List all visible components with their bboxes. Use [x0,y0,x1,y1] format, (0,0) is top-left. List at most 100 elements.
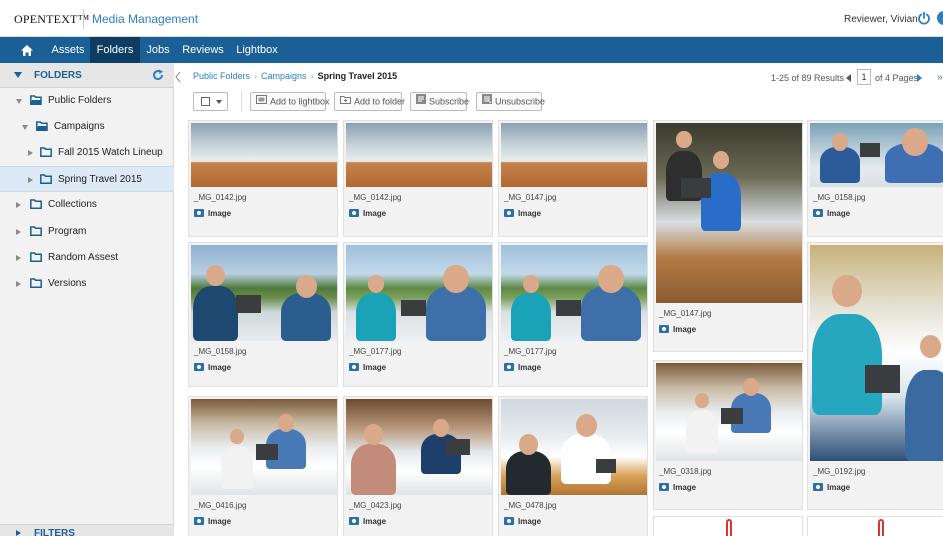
user-name[interactable]: Reviewer, Vivian [844,14,918,25]
asset-card[interactable]: _MG_0177.jpg Image [498,242,648,387]
asset-filename[interactable]: _MG_0158.jpg [194,347,246,356]
tree-item[interactable]: Fall 2015 Watch Lineup [0,140,174,166]
photo-person [820,147,860,183]
collapsed-caret-icon[interactable] [28,150,33,157]
asset-thumbnail[interactable] [810,123,943,187]
collapsed-caret-icon[interactable] [16,254,21,261]
asset-thumbnail[interactable] [501,245,647,341]
tree-item[interactable]: Collections [0,192,174,218]
select-all-dropdown[interactable] [193,92,228,111]
asset-thumbnail[interactable] [191,399,337,495]
photo-image [346,245,492,341]
asset-card[interactable]: _MG_0318.jpg Image [653,360,803,510]
product-name[interactable]: Media Management [92,12,198,26]
breadcrumb-separator: › [310,71,314,81]
asset-type-label: Image [673,325,697,334]
power-icon[interactable] [917,11,931,25]
asset-card[interactable] [653,516,803,536]
filters-bar[interactable]: FILTERS [0,524,174,536]
asset-thumbnail[interactable] [346,245,492,341]
photo-person-head [295,275,317,299]
asset-card[interactable]: _MG_0478.jpg Image [498,396,648,536]
asset-filename[interactable]: _MG_0192.jpg [813,467,865,476]
collapse-sidebar-icon[interactable] [174,70,182,84]
prev-page-icon[interactable] [846,74,851,82]
expanded-caret-icon[interactable] [16,99,22,104]
next-page-icon[interactable] [917,74,922,82]
asset-card[interactable]: _MG_0192.jpg Image [807,242,943,510]
breadcrumb-public-folders[interactable]: Public Folders [193,71,250,81]
asset-filename[interactable]: _MG_0177.jpg [349,347,401,356]
asset-filename[interactable]: _MG_0423.jpg [349,501,401,510]
breadcrumb-campaigns[interactable]: Campaigns [261,71,307,81]
asset-card[interactable] [807,516,943,536]
asset-type: Image [349,209,386,218]
asset-filename[interactable]: _MG_0318.jpg [659,467,711,476]
nav-lightbox[interactable]: Lightbox [230,37,284,63]
camera-icon [349,209,359,217]
asset-filename[interactable]: _MG_0478.jpg [504,501,556,510]
asset-card[interactable]: _MG_0142.jpg Image [188,120,338,237]
collapsed-caret-icon[interactable] [16,280,21,287]
asset-thumbnail[interactable] [656,123,802,303]
tree-item[interactable]: Spring Travel 2015 [0,166,174,193]
asset-thumbnail[interactable] [346,399,492,495]
asset-type-label: Image [827,483,851,492]
photo-person [351,443,396,495]
nav-jobs[interactable]: Jobs [140,37,176,63]
asset-filename[interactable]: _MG_0142.jpg [349,193,401,202]
asset-thumbnail[interactable] [501,399,647,495]
asset-filename[interactable]: _MG_0142.jpg [194,193,246,202]
subscribe-button[interactable]: Subscribe [410,92,469,111]
asset-thumbnail[interactable] [810,245,943,461]
nav-reviews[interactable]: Reviews [180,37,226,63]
tree-item[interactable]: Public Folders [0,88,174,114]
collapsed-caret-icon[interactable] [28,177,33,184]
asset-filename[interactable]: _MG_0147.jpg [659,309,711,318]
asset-thumbnail[interactable] [191,245,337,341]
collapse-caret-icon[interactable] [14,72,22,78]
asset-card[interactable]: _MG_0158.jpg Image [188,242,338,387]
asset-type: Image [813,483,850,492]
refresh-icon[interactable] [152,69,164,81]
asset-thumbnail[interactable] [346,123,492,187]
nav-assets[interactable]: Assets [46,37,90,63]
expand-caret-icon[interactable] [16,530,21,536]
asset-card[interactable]: _MG_0423.jpg Image [343,396,493,536]
tree-item[interactable]: Versions [0,271,174,297]
asset-filename[interactable]: _MG_0147.jpg [504,193,556,202]
asset-card[interactable]: _MG_0147.jpg Image [498,120,648,237]
tree-item[interactable]: Program [0,219,174,245]
collapsed-caret-icon[interactable] [16,228,21,235]
asset-thumbnail[interactable] [656,363,802,461]
asset-filename[interactable]: _MG_0177.jpg [504,347,556,356]
asset-filename[interactable]: _MG_0158.jpg [813,193,865,202]
asset-type-label: Image [363,209,387,218]
home-icon[interactable] [16,41,38,59]
add-to-folder-button[interactable]: Add to folder [334,92,405,111]
unsubscribe-button[interactable]: Unsubscribe [476,92,545,111]
last-page-icon[interactable]: » [937,72,943,83]
asset-type-label: Image [363,363,387,372]
photo-person-head [443,265,469,293]
asset-thumbnail[interactable] [501,123,647,187]
asset-card[interactable]: _MG_0142.jpg Image [343,120,493,237]
page-input[interactable]: 1 [857,69,871,85]
add-to-lightbox-button[interactable]: Add to lightbox [250,92,330,111]
tree-item[interactable]: Random Assest [0,245,174,271]
photo-image [656,123,802,303]
photo-person-head [519,434,538,455]
help-icon[interactable] [937,11,943,25]
nav-folders[interactable]: Folders [90,37,140,63]
folders-header[interactable]: FOLDERS [0,63,174,88]
tree-item[interactable]: Campaigns [0,114,174,140]
asset-card[interactable]: _MG_0158.jpg Image [807,120,943,237]
asset-filename[interactable]: _MG_0416.jpg [194,501,246,510]
collapsed-caret-icon[interactable] [16,202,21,209]
asset-card[interactable]: _MG_0416.jpg Image [188,396,338,536]
expanded-caret-icon[interactable] [22,125,28,131]
asset-thumbnail[interactable] [191,123,337,187]
asset-card[interactable]: _MG_0147.jpg Image [653,120,803,352]
asset-card[interactable]: _MG_0177.jpg Image [343,242,493,387]
chevron-down-icon [216,100,222,104]
